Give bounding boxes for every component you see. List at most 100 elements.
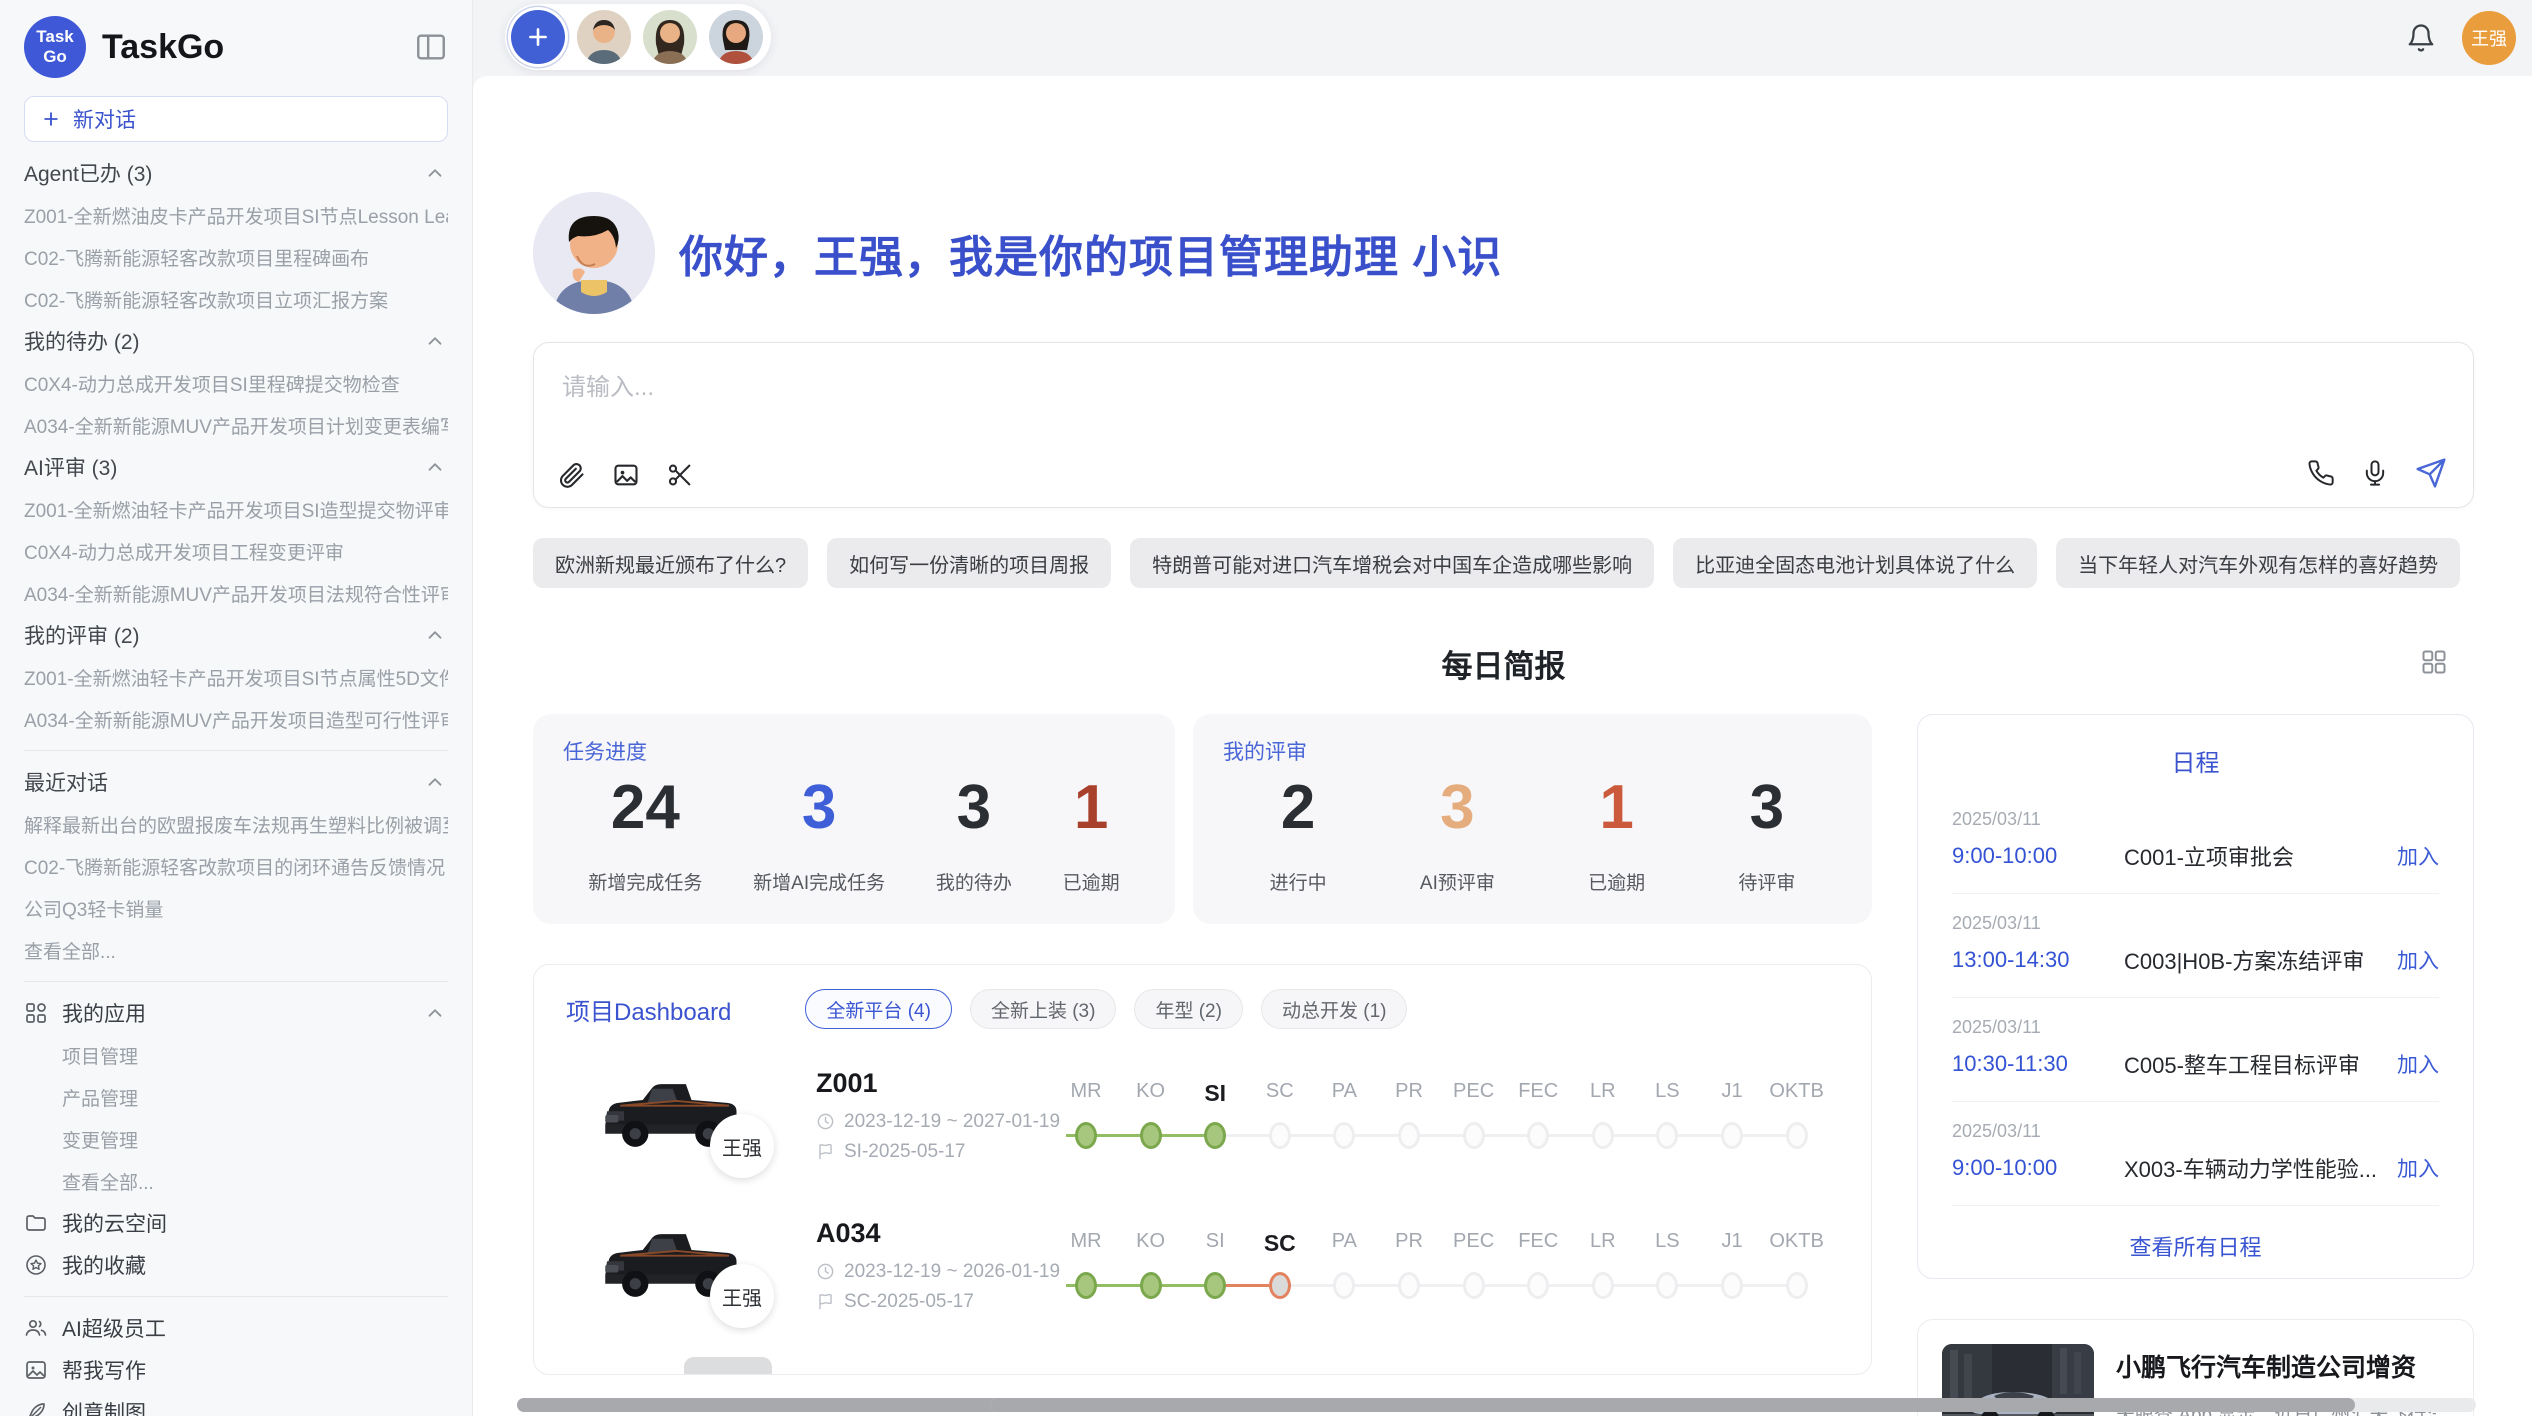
- sidebar-section-title[interactable]: 我的评审 (2): [24, 614, 448, 656]
- schedule-card: 日程 2025/03/119:00-10:00C001-立项审批会加入2025/…: [1917, 714, 2474, 1279]
- sidebar-item[interactable]: 产品管理: [24, 1076, 448, 1118]
- milestone-label: LR: [1590, 1230, 1616, 1253]
- briefing-layout-icon[interactable]: [2420, 648, 2448, 676]
- phone-call-icon[interactable]: [2307, 459, 2335, 487]
- session-switcher: [505, 4, 771, 70]
- stat-value: 24: [611, 774, 680, 842]
- plus-icon: [41, 109, 61, 129]
- dashboard-tab[interactable]: 动总开发 (1): [1261, 989, 1408, 1029]
- sidebar-item[interactable]: C02-飞腾新能源轻客改款项目立项汇报方案: [24, 278, 448, 320]
- section-title-label: 最近对话: [24, 767, 108, 797]
- sidebar-item-folder-icon[interactable]: 我的云空间: [24, 1202, 448, 1244]
- stat-label: 我的待办: [936, 868, 1012, 895]
- topbar-right: 王强: [2406, 0, 2532, 76]
- sidebar-item[interactable]: 变更管理: [24, 1118, 448, 1160]
- schedule-item: 2025/03/119:00-10:00C001-立项审批会加入: [1952, 790, 2439, 894]
- sidebar-item[interactable]: A034-全新新能源MUV产品开发项目造型可行性评审: [24, 698, 448, 740]
- agent-avatar-3[interactable]: [709, 10, 763, 64]
- sidebar-section-title[interactable]: 我的待办 (2): [24, 320, 448, 362]
- suggestion-chips: 欧洲新规最近颁布了什么? 如何写一份清晰的项目周报特朗普可能对进口汽车增税会对中国…: [533, 538, 2474, 588]
- sidebar-item[interactable]: Z001-全新燃油皮卡产品开发项目SI节点Lesson Learn报告: [24, 194, 448, 236]
- dashboard-tab[interactable]: 全新平台 (4): [805, 989, 952, 1029]
- new-session-button[interactable]: [511, 10, 565, 64]
- chevron-up-icon[interactable]: [424, 456, 446, 478]
- agent-avatar-2[interactable]: [643, 10, 697, 64]
- stat-items: 24新增完成任务3新增AI完成任务3我的待办1已逾期: [563, 774, 1145, 895]
- schedule-join-link[interactable]: 加入: [2397, 1153, 2439, 1183]
- chevron-up-icon[interactable]: [424, 1002, 446, 1024]
- microphone-icon[interactable]: [2361, 459, 2389, 487]
- project-row[interactable]: 王强Z0012023-12-19 ~ 2027-01-19SI-2025-05-…: [566, 1051, 1839, 1179]
- clock-icon: [816, 1112, 835, 1131]
- sidebar-tool-item[interactable]: AI超级员工: [24, 1307, 448, 1349]
- attachment-icon[interactable]: [558, 461, 586, 489]
- sidebar-item[interactable]: 解释最新出台的欧盟报废车法规再生塑料比例被调至15%...: [24, 803, 448, 845]
- milestone-label: PEC: [1453, 1230, 1494, 1253]
- sidebar-tool-item[interactable]: 创意制图: [24, 1391, 448, 1416]
- sidebar-item[interactable]: C0X4-动力总成开发项目SI里程碑提交物检查: [24, 362, 448, 404]
- agent-avatar-1[interactable]: [577, 10, 631, 64]
- schedule-join-link[interactable]: 加入: [2397, 945, 2439, 975]
- image-upload-icon[interactable]: [612, 461, 640, 489]
- schedule-line: 9:00-10:00C001-立项审批会加入: [1952, 840, 2439, 872]
- schedule-join-link[interactable]: 加入: [2397, 841, 2439, 871]
- milestone-dot: [1140, 1272, 1162, 1299]
- project-milestone: SI-2025-05-17: [816, 1141, 1066, 1163]
- milestone-track: MRKOSISCPAPRPECFECLRLSJ1OKTB: [1066, 1222, 1841, 1318]
- sidebar-section-title[interactable]: AI评审 (3): [24, 446, 448, 488]
- sidebar-item[interactable]: 公司Q3轻卡销量: [24, 887, 448, 929]
- chat-input-placeholder: 请输入...: [562, 367, 2445, 402]
- project-rows: 王强Z0012023-12-19 ~ 2027-01-19SI-2025-05-…: [566, 1051, 1839, 1329]
- new-chat-button[interactable]: 新对话: [24, 96, 448, 142]
- user-avatar[interactable]: 王强: [2462, 11, 2516, 65]
- image-icon: [24, 1358, 48, 1382]
- sidebar-item-my-apps[interactable]: 我的应用: [24, 992, 448, 1034]
- stat-label: 进行中: [1270, 868, 1327, 895]
- chevron-up-icon[interactable]: [424, 330, 446, 352]
- suggestion-chip[interactable]: 如何写一份清晰的项目周报: [827, 538, 1111, 588]
- sidebar-item[interactable]: C02-飞腾新能源轻客改款项目里程碑画布: [24, 236, 448, 278]
- sidebar-item[interactable]: A034-全新新能源MUV产品开发项目计划变更表编写: [24, 404, 448, 446]
- milestone-label: OKTB: [1769, 1230, 1823, 1253]
- sidebar-item-star-badge-icon[interactable]: 我的收藏: [24, 1244, 448, 1286]
- scrollbar-thumb[interactable]: [990, 1398, 2355, 1412]
- flag-icon: [816, 1292, 835, 1311]
- sidebar-sections: Agent已办 (3)Z001-全新燃油皮卡产品开发项目SI节点Lesson L…: [24, 152, 448, 1416]
- sidebar-item[interactable]: 查看全部...: [24, 1160, 448, 1202]
- sidebar-item[interactable]: Z001-全新燃油轻卡产品开发项目SI造型提交物评审: [24, 488, 448, 530]
- stat: 1已逾期: [1588, 774, 1645, 895]
- sidebar-item[interactable]: A034-全新新能源MUV产品开发项目法规符合性评审: [24, 572, 448, 614]
- chat-input[interactable]: 请输入...: [533, 342, 2474, 508]
- sidebar-item[interactable]: C0X4-动力总成开发项目工程变更评审: [24, 530, 448, 572]
- scissors-icon[interactable]: [666, 461, 694, 489]
- milestone-label: KO: [1136, 1230, 1165, 1253]
- stat: 1已逾期: [1063, 774, 1120, 895]
- schedule-join-link[interactable]: 加入: [2397, 1049, 2439, 1079]
- chevron-up-icon[interactable]: [424, 624, 446, 646]
- suggestion-chip[interactable]: 欧洲新规最近颁布了什么?: [533, 538, 808, 588]
- suggestion-chip[interactable]: 特朗普可能对进口汽车增税会对中国车企造成哪些影响: [1130, 538, 1654, 588]
- sidebar-tool-item[interactable]: 帮我写作: [24, 1349, 448, 1391]
- dashboard-tab[interactable]: 全新上装 (3): [970, 989, 1117, 1029]
- project-row[interactable]: 王强A0342023-12-19 ~ 2026-01-19SC-2025-05-…: [566, 1201, 1839, 1329]
- send-icon[interactable]: [2415, 457, 2447, 489]
- sidebar-item[interactable]: 项目管理: [24, 1034, 448, 1076]
- project-dates: 2023-12-19 ~ 2026-01-19: [816, 1261, 1066, 1283]
- sidebar-item[interactable]: Z001-全新燃油轻卡产品开发项目SI节点属性5D文件评审: [24, 656, 448, 698]
- chevron-up-icon[interactable]: [424, 771, 446, 793]
- view-all-schedule-link[interactable]: 查看所有日程: [1952, 1230, 2439, 1262]
- chevron-up-icon[interactable]: [424, 162, 446, 184]
- greeting-text: 你好，王强，我是你的项目管理助理 小识: [679, 221, 1502, 285]
- sidebar-section-title[interactable]: 最近对话: [24, 761, 448, 803]
- project-owner-badge: 王强: [710, 1264, 774, 1328]
- horizontal-scrollbar[interactable]: [990, 1398, 2476, 1412]
- sidebar-section-title[interactable]: Agent已办 (3): [24, 152, 448, 194]
- suggestion-chip[interactable]: 比亚迪全固态电池计划具体说了什么: [1673, 538, 2037, 588]
- suggestion-chip[interactable]: 当下年轻人对汽车外观有怎样的喜好趋势: [2056, 538, 2460, 588]
- collapse-sidebar-icon[interactable]: [414, 30, 448, 64]
- sidebar-item[interactable]: C02-飞腾新能源轻客改款项目的闭环通告反馈情况: [24, 845, 448, 887]
- horizontal-scrollbar-left[interactable]: [517, 1398, 997, 1412]
- dashboard-tab[interactable]: 年型 (2): [1134, 989, 1243, 1029]
- sidebar-item[interactable]: 查看全部...: [24, 929, 448, 971]
- notifications-bell-icon[interactable]: [2406, 23, 2436, 53]
